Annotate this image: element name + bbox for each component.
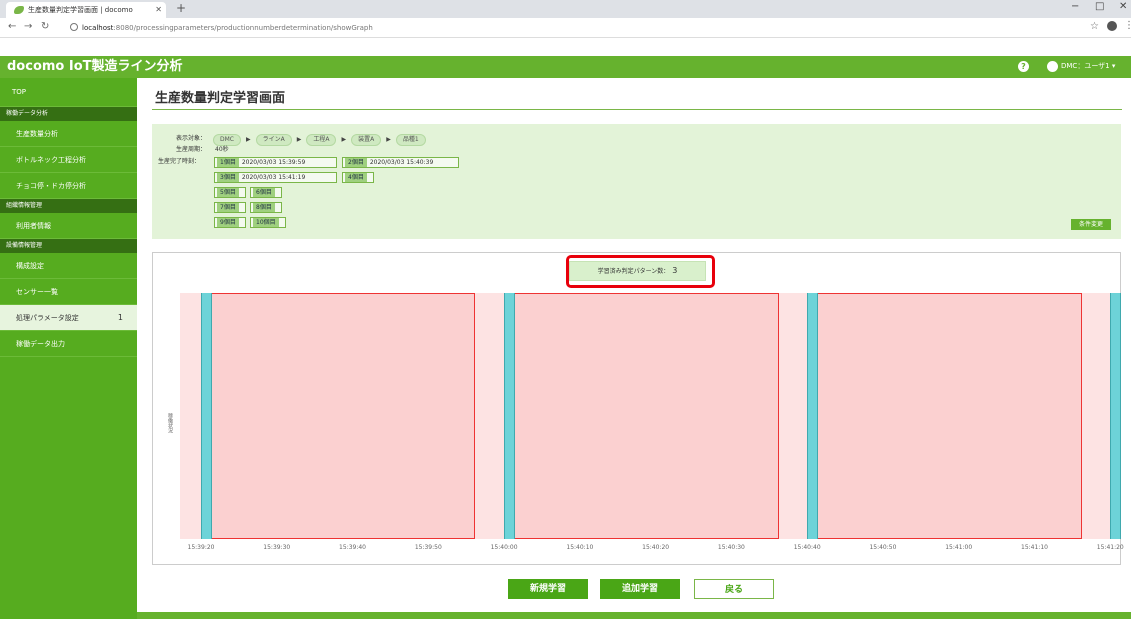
sidebar-section-org: 組織情報管理 bbox=[0, 199, 137, 213]
crumb-device: 装置A bbox=[351, 134, 382, 146]
user-icon[interactable] bbox=[1047, 61, 1058, 72]
tab-title: 生産数量判定学習画面 | docomo bbox=[28, 6, 133, 14]
run-button[interactable]: 4個目 bbox=[342, 172, 374, 183]
arrow-icon: ▶ bbox=[386, 136, 391, 143]
page-title: 生産数量判定学習画面 bbox=[152, 88, 1122, 110]
run-button[interactable]: 7個目 bbox=[214, 202, 246, 213]
app-name: docomo IoT製造ライン分析 bbox=[7, 59, 183, 74]
maximize-icon[interactable]: □ bbox=[1095, 1, 1104, 12]
target-label: 表示対象： bbox=[176, 135, 207, 142]
crumb-line: ラインA bbox=[255, 134, 292, 146]
help-icon[interactable]: ? bbox=[1018, 61, 1029, 72]
run-button[interactable]: 2個目 2020/03/03 15:40:39 bbox=[342, 157, 459, 168]
sidebar-item-users[interactable]: 利用者情報 bbox=[0, 213, 137, 239]
sidebar-section-equipment: 設備情報管理 bbox=[0, 239, 137, 253]
y-axis-label: 稼働状況 bbox=[167, 413, 173, 433]
browser-menu-icon[interactable]: ⋮ bbox=[1124, 20, 1131, 31]
x-tick-label: 15:40:10 bbox=[566, 544, 594, 551]
back-button[interactable]: 戻る bbox=[694, 579, 774, 599]
x-tick-label: 15:40:50 bbox=[869, 544, 897, 551]
crumb-process: 工程A bbox=[306, 134, 337, 146]
browser-account-icon[interactable] bbox=[1107, 21, 1117, 31]
sidebar-item-bottleneck[interactable]: ボトルネック工程分析 bbox=[0, 147, 137, 173]
production-marker bbox=[504, 293, 516, 539]
arrow-icon: ▶ bbox=[296, 136, 302, 143]
sidebar-item-processing-params[interactable]: 処理パラメータ設定 1 bbox=[0, 305, 137, 331]
x-tick-label: 15:39:20 bbox=[187, 544, 215, 551]
run-button[interactable]: 9個目 bbox=[214, 217, 246, 228]
close-window-icon[interactable]: ✕ bbox=[1119, 1, 1127, 12]
tab-close-icon[interactable]: ✕ bbox=[155, 2, 162, 18]
x-tick-label: 15:41:20 bbox=[1096, 544, 1124, 551]
url-field[interactable]: localhost:8080/processingparameters/prod… bbox=[70, 21, 1060, 35]
sidebar: TOP 稼働データ分析 生産数量分析 ボトルネック工程分析 チョコ停・ドカ停分析… bbox=[0, 78, 137, 619]
run-button[interactable]: 6個目 bbox=[250, 187, 282, 198]
condition-panel: 表示対象： DMC ▶ ラインA ▶ 工程A ▶ 装置A ▶ 品種1 生産周期： 40秒 生産完… bbox=[152, 124, 1121, 239]
sidebar-item-export[interactable]: 稼働データ出力 bbox=[0, 331, 137, 357]
new-tab-icon[interactable]: + bbox=[176, 1, 186, 15]
favicon-icon bbox=[14, 6, 24, 14]
cycle-value: 40秒 bbox=[215, 146, 229, 153]
operating-segment bbox=[202, 293, 476, 539]
app-header: docomo IoT製造ライン分析 ? DMC：ユーザ1 ▾ bbox=[0, 56, 1131, 78]
operating-segment bbox=[808, 293, 1082, 539]
sidebar-item-label: 処理パラメータ設定 bbox=[16, 314, 79, 322]
plot-area bbox=[180, 293, 1122, 539]
info-icon bbox=[70, 23, 78, 31]
operating-segment bbox=[505, 293, 779, 539]
back-icon[interactable]: ← bbox=[8, 21, 16, 32]
sidebar-item-top[interactable]: TOP bbox=[0, 78, 137, 107]
x-tick-label: 15:40:00 bbox=[490, 544, 518, 551]
x-tick-label: 15:40:30 bbox=[717, 544, 745, 551]
browser-tab[interactable]: 生産数量判定学習画面 | docomo ✕ bbox=[6, 2, 166, 18]
main-content: 生産数量判定学習画面 表示対象： DMC ▶ ラインA ▶ 工程A ▶ 装置A ▶ 品種1 生産… bbox=[152, 88, 1124, 565]
run-button[interactable]: 3個目 2020/03/03 15:41:19 bbox=[214, 172, 337, 183]
crumb-product: 品種1 bbox=[395, 134, 426, 146]
arrow-icon: ▶ bbox=[341, 136, 347, 143]
sidebar-section-operation: 稼働データ分析 bbox=[0, 107, 137, 121]
x-tick-label: 15:41:10 bbox=[1021, 544, 1048, 551]
new-learning-button[interactable]: 新規学習 bbox=[508, 579, 588, 599]
production-marker bbox=[807, 293, 819, 539]
chart-panel: 学習済み判定パターン数： 3 稼働状況 15:39:20 15:39:30 15:39… bbox=[152, 252, 1124, 565]
run-button[interactable]: 10個目 bbox=[250, 217, 286, 228]
x-tick-label: 15:40:20 bbox=[642, 544, 670, 551]
run-button[interactable]: 1個目 2020/03/03 15:39:59 bbox=[214, 157, 337, 168]
x-tick-label: 15:41:00 bbox=[945, 544, 973, 551]
arrow-icon: ▶ bbox=[246, 136, 251, 143]
sidebar-item-stoppage[interactable]: チョコ停・ドカ停分析 bbox=[0, 173, 137, 199]
additional-learning-button[interactable]: 追加学習 bbox=[600, 579, 680, 599]
browser-tab-bar: 生産数量判定学習画面 | docomo ✕ + − □ ✕ bbox=[0, 0, 1131, 18]
minimize-icon[interactable]: − bbox=[1071, 1, 1079, 12]
footer-bar bbox=[137, 612, 1131, 619]
cycle-label: 生産周期： bbox=[176, 146, 207, 153]
change-conditions-button[interactable]: 条件変更 bbox=[1071, 219, 1111, 230]
x-tick-label: 15:40:40 bbox=[793, 544, 821, 551]
sidebar-badge: 1 bbox=[117, 313, 123, 322]
x-tick-label: 15:39:50 bbox=[414, 544, 442, 551]
x-tick-label: 15:39:30 bbox=[263, 544, 291, 551]
forward-icon[interactable]: → bbox=[24, 21, 32, 32]
reload-icon[interactable]: ↻ bbox=[41, 21, 49, 32]
bookmark-star-icon[interactable]: ☆ bbox=[1090, 21, 1099, 32]
run-button[interactable]: 5個目 bbox=[214, 187, 246, 198]
sidebar-item-config[interactable]: 構成設定 bbox=[0, 253, 137, 279]
production-marker bbox=[201, 293, 212, 539]
highlight-box bbox=[566, 255, 715, 288]
address-bar: ← → ↻ localhost:8080/processingparameter… bbox=[0, 18, 1131, 38]
x-tick-label: 15:39:40 bbox=[339, 544, 367, 551]
production-marker bbox=[1110, 293, 1122, 539]
user-menu[interactable]: DMC：ユーザ1 ▾ bbox=[1061, 61, 1115, 72]
sidebar-item-sensors[interactable]: センサー一覧 bbox=[0, 279, 137, 305]
run-button[interactable]: 8個目 bbox=[250, 202, 282, 213]
breadcrumb: DMC ▶ ラインA ▶ 工程A ▶ 装置A ▶ 品種1 bbox=[213, 134, 426, 146]
sidebar-item-production[interactable]: 生産数量分析 bbox=[0, 121, 137, 147]
done-label: 生産完了時刻： bbox=[158, 158, 201, 165]
